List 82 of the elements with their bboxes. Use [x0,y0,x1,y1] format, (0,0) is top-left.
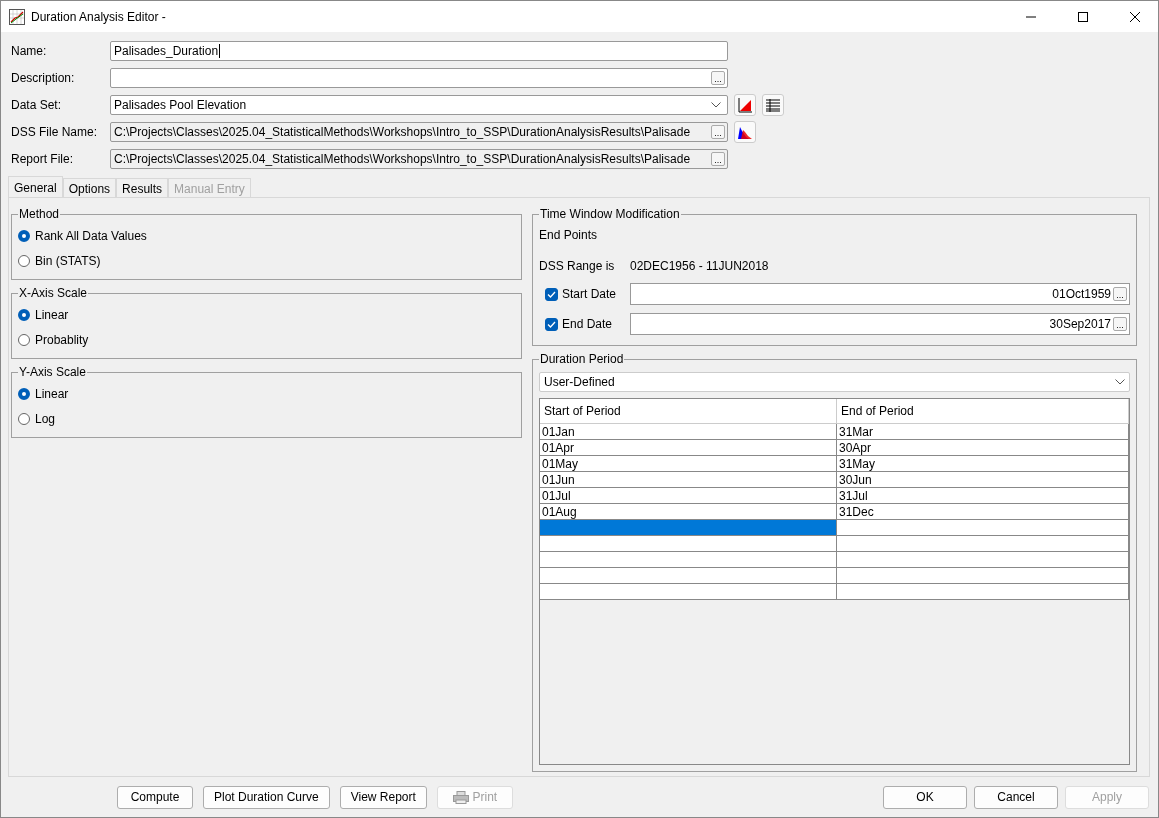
table-cell[interactable]: 01Jun [540,472,837,488]
printer-icon [452,790,469,804]
option-label: Log [35,411,56,426]
table-cell[interactable] [540,584,837,600]
column-header[interactable]: End of Period [837,399,1129,424]
table-cell[interactable]: 01May [540,456,837,472]
chart-button[interactable] [734,94,756,116]
table-cell[interactable]: 01Jul [540,488,837,504]
date-field[interactable]: 30Sep2017 ... [630,313,1130,335]
radio-button[interactable] [18,412,30,425]
table-icon [765,98,781,112]
action-button[interactable]: OK [883,785,967,809]
radio-button[interactable] [18,254,30,267]
table-cell[interactable]: 01Aug [540,504,837,520]
table-cell[interactable] [837,584,1129,600]
table-cell[interactable] [540,536,837,552]
action-button[interactable]: Compute [117,785,193,809]
table-cell[interactable]: 31Jul [837,488,1129,504]
date-label: End Date [562,317,613,331]
window-title: Duration Analysis Editor - [31,9,167,24]
table-cell[interactable]: 31Dec [837,504,1129,520]
table-cell[interactable] [837,568,1129,584]
browse-button[interactable]: ... [1113,317,1127,331]
group-title: Duration Period [539,352,625,366]
browse-button[interactable]: ... [1113,287,1127,301]
option-label: Rank All Data Values [35,228,147,243]
input-field[interactable]: ... [110,68,728,88]
input-field[interactable]: Palisades_Duration [110,41,728,61]
table-cell[interactable] [540,552,837,568]
close-icon [1130,11,1140,22]
radio-button[interactable] [18,229,30,242]
tab[interactable]: General [8,176,63,198]
table-cell[interactable] [837,520,1129,536]
histogram-button[interactable] [734,121,756,143]
table-cell[interactable]: 30Apr [837,440,1129,456]
option-label: Linear [35,386,69,401]
field-label: DSS File Name: [11,125,99,139]
tab[interactable]: Options [62,178,117,198]
option-label: Bin (STATS) [35,253,101,268]
area-chart-icon [737,97,753,113]
checkbox[interactable] [545,317,558,331]
field-label: Name: [11,44,48,58]
radio-button[interactable] [18,387,30,400]
radio-button[interactable] [18,308,30,321]
table-cell[interactable] [540,568,837,584]
table-button[interactable] [762,94,784,116]
field-label: Data Set: [11,98,63,112]
dataset-dropdown[interactable]: Palisades Pool Elevation [110,95,728,115]
chart-app-icon [9,8,25,25]
field-label: Report File: [11,152,75,166]
group-title: Time Window Modification [539,207,681,221]
table-cell[interactable] [837,552,1129,568]
table-cell[interactable]: 01Apr [540,440,837,456]
action-button[interactable]: Cancel [974,785,1058,809]
checkbox[interactable] [545,287,558,301]
option-label: Probablity [35,332,89,347]
chevron-down-icon [1115,379,1125,385]
table-cell[interactable]: 31May [837,456,1129,472]
chevron-down-icon [711,102,721,108]
field-label: Description: [11,71,76,85]
table-cell[interactable]: 01Jan [540,424,837,440]
maximize-icon [1078,11,1088,22]
radio-button[interactable] [18,333,30,346]
table-cell[interactable]: 31Mar [837,424,1129,440]
group-title: X-Axis Scale [18,286,89,300]
table-cell[interactable] [837,536,1129,552]
option-label: Linear [35,307,69,322]
group-title: Y-Axis Scale [18,365,87,379]
range-label: DSS Range is [539,259,616,273]
date-label: Start Date [562,287,617,301]
period-dropdown[interactable]: User-Defined [539,372,1130,392]
action-button[interactable]: View Report [339,785,427,809]
action-button[interactable]: Plot Duration Curve [203,785,330,809]
section-label: End Points [539,227,599,244]
column-header[interactable]: Start of Period [540,399,837,424]
table-cell[interactable] [540,520,837,536]
tab[interactable]: Results [116,178,169,198]
browse-button[interactable]: ... [711,71,725,85]
table-cell[interactable]: 30Jun [837,472,1129,488]
group-title: Method [18,207,61,221]
range-value: 02DEC1956 - 11JUN2018 [630,259,769,273]
date-field[interactable]: 01Oct1959 ... [630,283,1130,305]
